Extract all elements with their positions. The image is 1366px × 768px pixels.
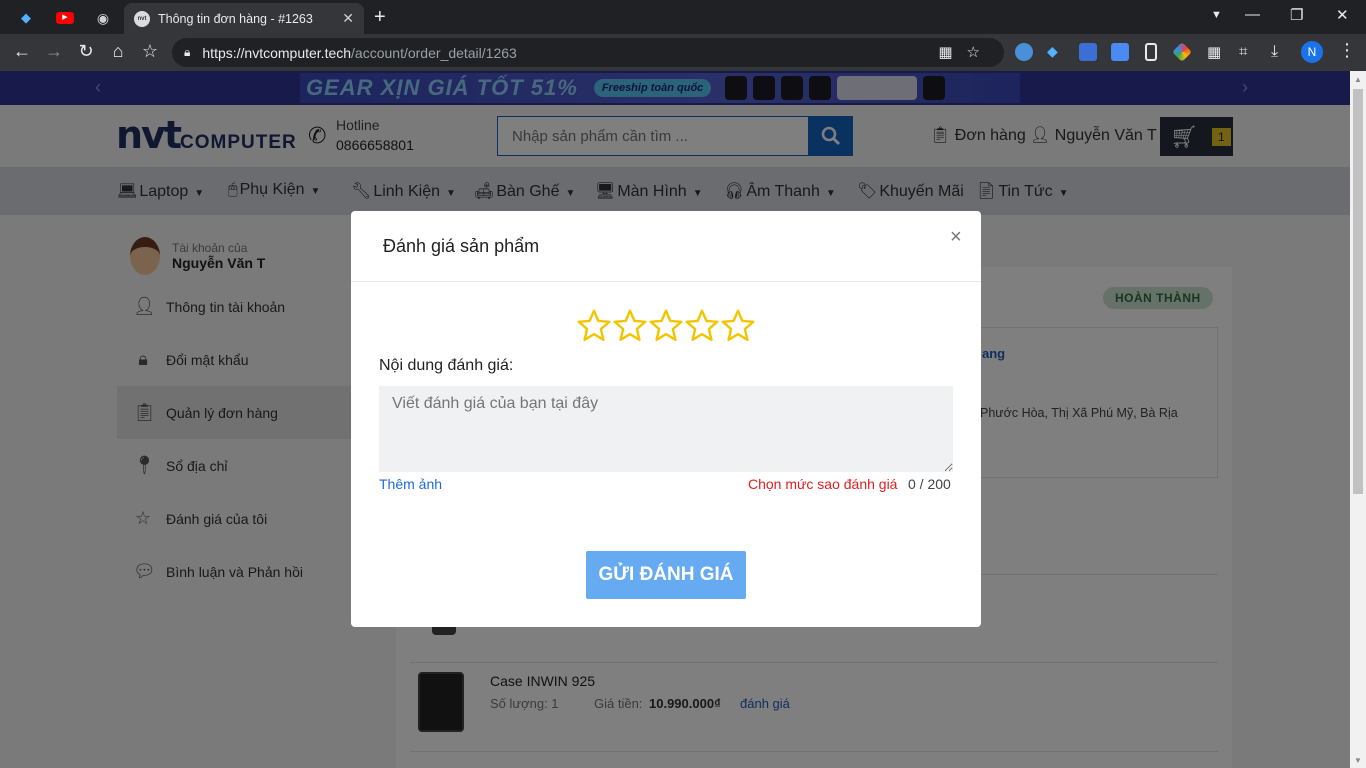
scroll-down-icon[interactable]: ▼ (1354, 756, 1362, 765)
site-favicon: nvt (134, 10, 150, 27)
restore-icon[interactable]: ❐ (1290, 6, 1303, 24)
modal-divider (351, 281, 981, 282)
close-icon[interactable]: × (950, 226, 962, 249)
tab-order-detail[interactable]: nvt Thông tin đơn hàng - #1263 ✕ (124, 3, 364, 34)
qr-and-star-icons[interactable]: ▦☆ (938, 43, 994, 61)
pinned-tab-youtube[interactable]: ▶ (47, 4, 83, 32)
home-icon[interactable]: ⌂ (106, 41, 130, 62)
extensions-puzzle-icon[interactable]: ▦ (1207, 43, 1225, 61)
browser-tab-bar: ◆ ▶ ◉ nvt Thông tin đơn hàng - #1263 ✕ +… (0, 0, 1366, 34)
add-photo-link[interactable]: Thêm ảnh (379, 476, 442, 492)
url-path: /account/order_detail/1263 (351, 44, 517, 61)
tab-search-icon[interactable]: ▼ (1211, 9, 1222, 21)
gem-icon: ◆ (21, 10, 31, 25)
submit-review-button[interactable]: GỬI ĐÁNH GIÁ (586, 551, 746, 599)
youtube-icon: ▶ (56, 12, 74, 24)
translate-icon[interactable] (1111, 43, 1129, 61)
extension-gem-icon[interactable]: ◆ (1047, 43, 1065, 61)
review-modal: Đánh giá sản phẩm × Nội dung đánh giá: T… (351, 211, 981, 627)
choose-star-warning: Chọn mức sao đánh giá (748, 476, 898, 492)
pinned-tab-gem[interactable]: ◆ (8, 4, 44, 32)
scroll-up-icon[interactable]: ▲ (1354, 75, 1362, 84)
reload-icon[interactable]: ↻ (74, 41, 98, 62)
new-tab-icon[interactable]: + (374, 6, 386, 29)
color-picker-icon[interactable] (1172, 42, 1192, 62)
modal-title: Đánh giá sản phẩm (383, 236, 540, 256)
bookmark-star-icon[interactable]: ☆ (138, 41, 162, 62)
browser-menu-icon[interactable]: ⋮ (1338, 40, 1356, 61)
tab-title: Thông tin đơn hàng - #1263 (158, 11, 313, 26)
star-1-icon[interactable] (576, 307, 612, 345)
address-bar[interactable]: 🔒︎ https://nvtcomputer.tech /account/ord… (172, 38, 1004, 67)
url-host: https://nvtcomputer.tech (202, 44, 352, 61)
star-2-icon[interactable] (612, 307, 648, 345)
minimize-icon[interactable]: — (1245, 6, 1260, 23)
review-textarea[interactable] (379, 386, 953, 472)
extension-icon-1[interactable] (1015, 43, 1033, 61)
extension-shield-icon[interactable] (1079, 43, 1097, 61)
review-label: Nội dung đánh giá: (379, 357, 514, 374)
browser-toolbar: ← → ↻ ⌂ ☆ 🔒︎ https://nvtcomputer.tech /a… (0, 34, 1366, 71)
close-tab-icon[interactable]: ✕ (342, 10, 354, 27)
record-icon: ◉ (96, 9, 110, 26)
scrollbar-thumb[interactable] (1353, 89, 1363, 494)
page-scrollbar[interactable]: ▲ ▼ (1350, 71, 1366, 768)
phone-frame-icon[interactable] (1145, 43, 1157, 61)
lock-icon: 🔒︎ (184, 45, 191, 59)
back-icon[interactable]: ← (10, 41, 34, 62)
crop-icon[interactable]: ⌗ (1239, 43, 1257, 61)
star-3-icon[interactable] (648, 307, 684, 345)
star-rating[interactable] (576, 307, 756, 345)
window-close-icon[interactable]: ✕ (1336, 6, 1349, 24)
profile-avatar[interactable]: N (1301, 41, 1323, 63)
download-icon[interactable]: ⤓ (1271, 43, 1289, 61)
char-count: 0 / 200 (908, 476, 951, 492)
pinned-tab-circle[interactable]: ◉ (85, 4, 121, 32)
star-5-icon[interactable] (720, 307, 756, 345)
forward-icon[interactable]: → (42, 41, 66, 62)
star-4-icon[interactable] (684, 307, 720, 345)
